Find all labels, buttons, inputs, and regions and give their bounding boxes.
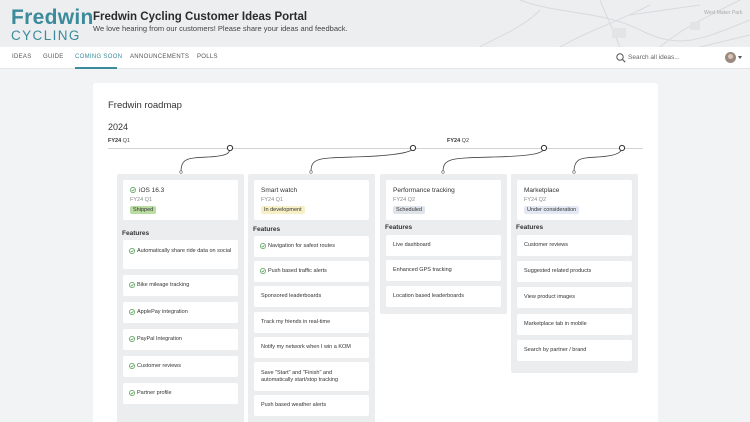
feature-card[interactable]: Bike mileage tracking bbox=[123, 275, 238, 296]
feature-label: Customer reviews bbox=[524, 242, 569, 248]
feature-card[interactable]: Save "Start" and "Finish" and automatica… bbox=[254, 362, 369, 391]
nav-coming-soon[interactable]: COMING SOON bbox=[75, 54, 122, 60]
initiative-name: iOS 16.3 bbox=[130, 187, 164, 194]
feature-card[interactable]: Track my friends in real-time bbox=[254, 312, 369, 333]
initiative-card[interactable]: Smart watch FY24 Q1 In development bbox=[254, 180, 369, 220]
initiative-card[interactable]: Performance tracking FY24 Q2 Scheduled bbox=[386, 180, 501, 220]
feature-card[interactable]: Marketplace tab in mobile bbox=[517, 314, 632, 335]
feature-card[interactable]: Notify my network when I win a KOM bbox=[254, 337, 369, 358]
feature-label: PayPal Integration bbox=[137, 336, 182, 342]
portal-title: Fredwin Cycling Customer Ideas Portal bbox=[93, 11, 308, 23]
check-circle-icon bbox=[260, 243, 266, 249]
feature-label: Save "Start" and "Finish" and automatica… bbox=[261, 370, 339, 383]
feature-label: Live dashboard bbox=[393, 242, 431, 248]
roadmap-column-smart-watch: Smart watch FY24 Q1 In development Featu… bbox=[248, 174, 375, 422]
initiative-quarter: FY24 Q1 bbox=[130, 197, 153, 203]
nav-guide[interactable]: GUIDE bbox=[43, 54, 64, 60]
search-icon bbox=[616, 53, 626, 63]
status-badge: Scheduled bbox=[393, 206, 425, 214]
feature-card[interactable]: Suggested related products bbox=[517, 261, 632, 282]
portal-subtitle: We love hearing from our customers! Plea… bbox=[93, 24, 348, 33]
nav-polls[interactable]: POLLS bbox=[197, 54, 218, 60]
feature-card[interactable]: PayPal Integration bbox=[123, 329, 238, 350]
user-avatar[interactable] bbox=[725, 52, 736, 63]
initiative-name: Performance tracking bbox=[393, 187, 455, 194]
top-nav: IDEAS GUIDE COMING SOON ANNOUNCEMENTS PO… bbox=[0, 47, 750, 69]
feature-card[interactable]: Location based leaderboards bbox=[386, 286, 501, 307]
status-badge: In development bbox=[261, 206, 305, 214]
feature-label: Enhanced GPS tracking bbox=[393, 267, 452, 273]
features-heading: Features bbox=[122, 230, 150, 237]
search-box[interactable]: Search all ideas... bbox=[616, 52, 716, 64]
feature-label: ApplePay integration bbox=[137, 309, 188, 315]
initiative-quarter: FY24 Q1 bbox=[261, 197, 284, 203]
features-heading: Features bbox=[385, 224, 413, 231]
feature-card[interactable]: Push based traffic alerts bbox=[254, 261, 369, 282]
feature-card[interactable]: ApplePay integration bbox=[123, 302, 238, 323]
feature-label: Location based leaderboards bbox=[393, 293, 464, 299]
feature-label: Bike mileage tracking bbox=[137, 282, 190, 288]
feature-card[interactable]: Push based weather alerts bbox=[254, 395, 369, 416]
initiative-quarter: FY24 Q2 bbox=[393, 197, 416, 203]
roadmap-column-ios: iOS 16.3 FY24 Q1 Shipped Features Automa… bbox=[117, 174, 244, 422]
feature-label: Automatically share ride data on social bbox=[137, 248, 232, 254]
feature-label: Push based traffic alerts bbox=[268, 268, 327, 274]
check-circle-icon bbox=[129, 336, 135, 342]
logo-top: Fredwin bbox=[11, 6, 94, 29]
roadmap-panel: Fredwin roadmap 2024 FY24 Q1 FY24 Q2 iOS… bbox=[93, 83, 658, 422]
initiative-name: Marketplace bbox=[524, 187, 560, 194]
initiative-card[interactable]: iOS 16.3 FY24 Q1 Shipped bbox=[123, 180, 238, 220]
feature-label: Suggested related products bbox=[524, 268, 592, 274]
timeline-connectors bbox=[179, 144, 626, 174]
check-circle-icon bbox=[129, 309, 135, 315]
feature-card[interactable]: Live dashboard bbox=[386, 235, 501, 256]
initiative-card[interactable]: Marketplace FY24 Q2 Under consideration bbox=[517, 180, 632, 220]
feature-label: View product images bbox=[524, 294, 575, 300]
map-label: West Maker Park bbox=[704, 10, 743, 16]
check-circle-icon bbox=[130, 187, 136, 193]
feature-label: Notify my network when I win a KOM bbox=[261, 344, 351, 350]
fredwin-logo[interactable]: Fredwin CYCLING bbox=[11, 6, 94, 43]
feature-label: Partner profile bbox=[137, 390, 172, 396]
feature-label: Customer reviews bbox=[137, 363, 182, 369]
feature-label: Navigation for safest routes bbox=[268, 243, 335, 249]
feature-card[interactable]: Customer reviews bbox=[123, 356, 238, 377]
roadmap-column-performance: Performance tracking FY24 Q2 Scheduled F… bbox=[380, 174, 507, 314]
features-heading: Features bbox=[253, 226, 281, 233]
feature-card[interactable]: Partner profile bbox=[123, 383, 238, 404]
feature-label: Search by partner / brand bbox=[524, 347, 587, 353]
search-placeholder: Search all ideas... bbox=[628, 54, 680, 61]
nav-announcements[interactable]: ANNOUNCEMENTS bbox=[130, 54, 189, 60]
feature-card[interactable]: View product images bbox=[517, 287, 632, 308]
header-banner: West Maker Park Fredwin CYCLING Fredwin … bbox=[0, 0, 750, 47]
features-heading: Features bbox=[516, 224, 544, 231]
status-badge: Shipped bbox=[130, 206, 157, 214]
feature-card[interactable]: Enhanced GPS tracking bbox=[386, 260, 501, 281]
initiative-name: Smart watch bbox=[261, 187, 298, 194]
feature-label: Push based weather alerts bbox=[261, 402, 327, 408]
feature-card[interactable]: Automatically share ride data on social bbox=[123, 240, 238, 269]
check-circle-icon bbox=[129, 363, 135, 369]
roadmap-column-marketplace: Marketplace FY24 Q2 Under consideration … bbox=[511, 174, 638, 373]
status-badge: Under consideration bbox=[524, 206, 580, 214]
feature-label: Sponsored leaderboards bbox=[261, 293, 322, 299]
check-circle-icon bbox=[129, 390, 135, 396]
feature-card[interactable]: Customer reviews bbox=[517, 235, 632, 256]
chevron-down-icon[interactable] bbox=[738, 56, 742, 59]
logo-bottom: CYCLING bbox=[11, 28, 81, 43]
check-circle-icon bbox=[129, 282, 135, 288]
feature-card[interactable]: Navigation for safest routes bbox=[254, 236, 369, 257]
feature-label: Track my friends in real-time bbox=[261, 319, 331, 325]
check-circle-icon bbox=[260, 268, 266, 274]
active-tab-underline bbox=[75, 67, 117, 69]
nav-ideas[interactable]: IDEAS bbox=[12, 54, 32, 60]
feature-card[interactable]: Search by partner / brand bbox=[517, 340, 632, 361]
feature-card[interactable]: Sponsored leaderboards bbox=[254, 286, 369, 307]
initiative-quarter: FY24 Q2 bbox=[524, 197, 547, 203]
check-circle-icon bbox=[129, 248, 135, 254]
feature-label: Marketplace tab in mobile bbox=[524, 321, 587, 327]
